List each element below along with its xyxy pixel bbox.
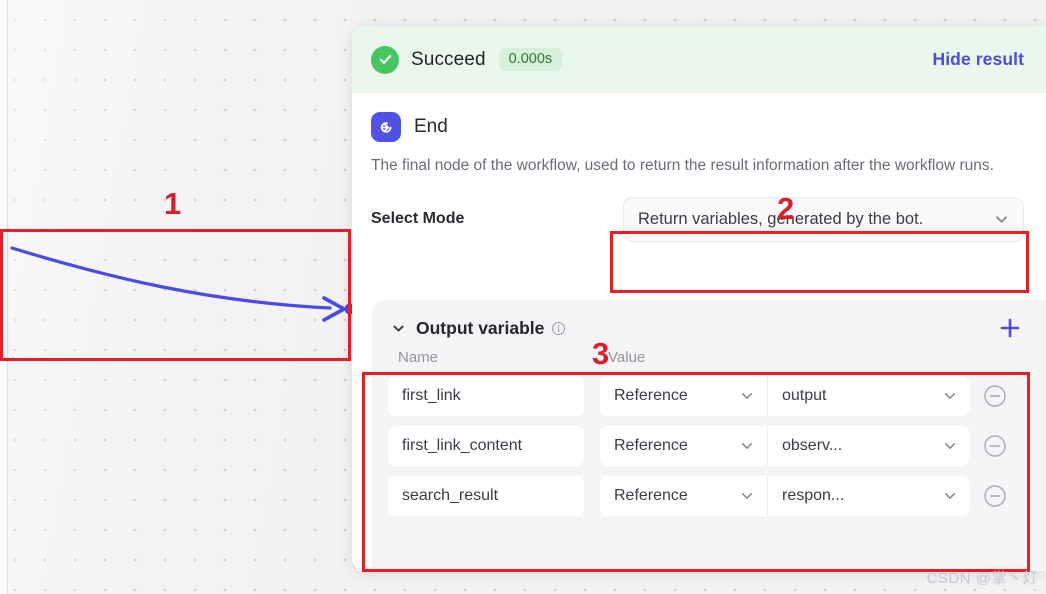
- info-circle-icon[interactable]: [551, 321, 566, 336]
- select-mode-label: Select Mode: [371, 210, 465, 228]
- hide-result-button[interactable]: Hide result: [932, 49, 1024, 70]
- variable-name-input[interactable]: first_link: [388, 376, 584, 416]
- variable-reference-dropdown[interactable]: output: [768, 376, 970, 416]
- select-mode-row: Select Mode Return variables, generated …: [371, 196, 1024, 242]
- plus-icon[interactable]: [998, 316, 1022, 340]
- chevron-down-icon: [741, 392, 753, 400]
- variable-type-dropdown[interactable]: Reference: [600, 426, 768, 466]
- output-variable-columns: Name Value: [372, 340, 1046, 366]
- variable-type-value: Reference: [614, 437, 688, 454]
- check-circle-icon: [371, 45, 399, 74]
- chevron-down-icon: [741, 492, 753, 500]
- variable-name-input[interactable]: search_result: [388, 476, 584, 516]
- status-duration-badge: 0.000s: [498, 47, 563, 72]
- variable-reference-dropdown[interactable]: respon...: [768, 476, 970, 516]
- variable-reference-value: observ...: [782, 437, 843, 454]
- panel-body: End The final node of the workflow, used…: [352, 112, 1046, 242]
- table-row: first_link_content Reference observ...: [372, 426, 1046, 466]
- column-header-name: Name: [398, 349, 439, 366]
- minus-circle-icon[interactable]: [983, 484, 1007, 508]
- variable-type-dropdown[interactable]: Reference: [600, 476, 768, 516]
- chevron-down-icon: [741, 442, 753, 450]
- variable-reference-value: output: [782, 387, 827, 404]
- select-mode-value: Return variables, generated by the bot.: [638, 209, 924, 228]
- workflow-connector-arrow[interactable]: [0, 200, 360, 360]
- variable-reference-value: respon...: [782, 487, 845, 504]
- screenshot-root: Succeed 0.000s Hide result End The final…: [0, 0, 1046, 594]
- variable-type-value: Reference: [614, 487, 688, 504]
- chevron-down-icon[interactable]: [391, 321, 406, 336]
- chevron-down-icon: [996, 216, 1007, 223]
- variable-value-group: Reference observ...: [600, 426, 970, 466]
- column-header-value: Value: [608, 349, 646, 366]
- variable-name-value: first_link: [402, 387, 461, 404]
- table-row: first_link Reference output: [372, 376, 1046, 416]
- minus-circle-icon[interactable]: [983, 434, 1007, 458]
- chevron-down-icon: [944, 492, 956, 500]
- node-description: The final node of the workflow, used to …: [371, 157, 994, 174]
- node-title: End: [414, 116, 448, 137]
- minus-circle-icon[interactable]: [983, 384, 1007, 408]
- variable-value-group: Reference output: [600, 376, 970, 416]
- chevron-down-icon: [944, 442, 956, 450]
- panel-status-header: Succeed 0.000s Hide result: [352, 26, 1046, 93]
- variable-type-value: Reference: [614, 387, 688, 404]
- variable-name-input[interactable]: first_link_content: [388, 426, 584, 466]
- end-node-icon: [371, 112, 401, 142]
- variable-type-dropdown[interactable]: Reference: [600, 376, 768, 416]
- table-row: search_result Reference respon...: [372, 476, 1046, 516]
- output-variable-title: Output variable: [416, 317, 545, 338]
- chevron-down-icon: [944, 392, 956, 400]
- status-label: Succeed: [411, 48, 486, 70]
- variable-reference-dropdown[interactable]: observ...: [768, 426, 970, 466]
- variable-name-value: search_result: [402, 487, 499, 504]
- output-variable-card: Output variable Name Value first_link Re…: [372, 300, 1046, 571]
- variable-name-value: first_link_content: [402, 437, 523, 454]
- node-title-row: End: [371, 112, 1024, 142]
- select-mode-dropdown[interactable]: Return variables, generated by the bot.: [623, 196, 1024, 242]
- variable-value-group: Reference respon...: [600, 476, 970, 516]
- output-variable-header: Output variable: [372, 300, 1046, 340]
